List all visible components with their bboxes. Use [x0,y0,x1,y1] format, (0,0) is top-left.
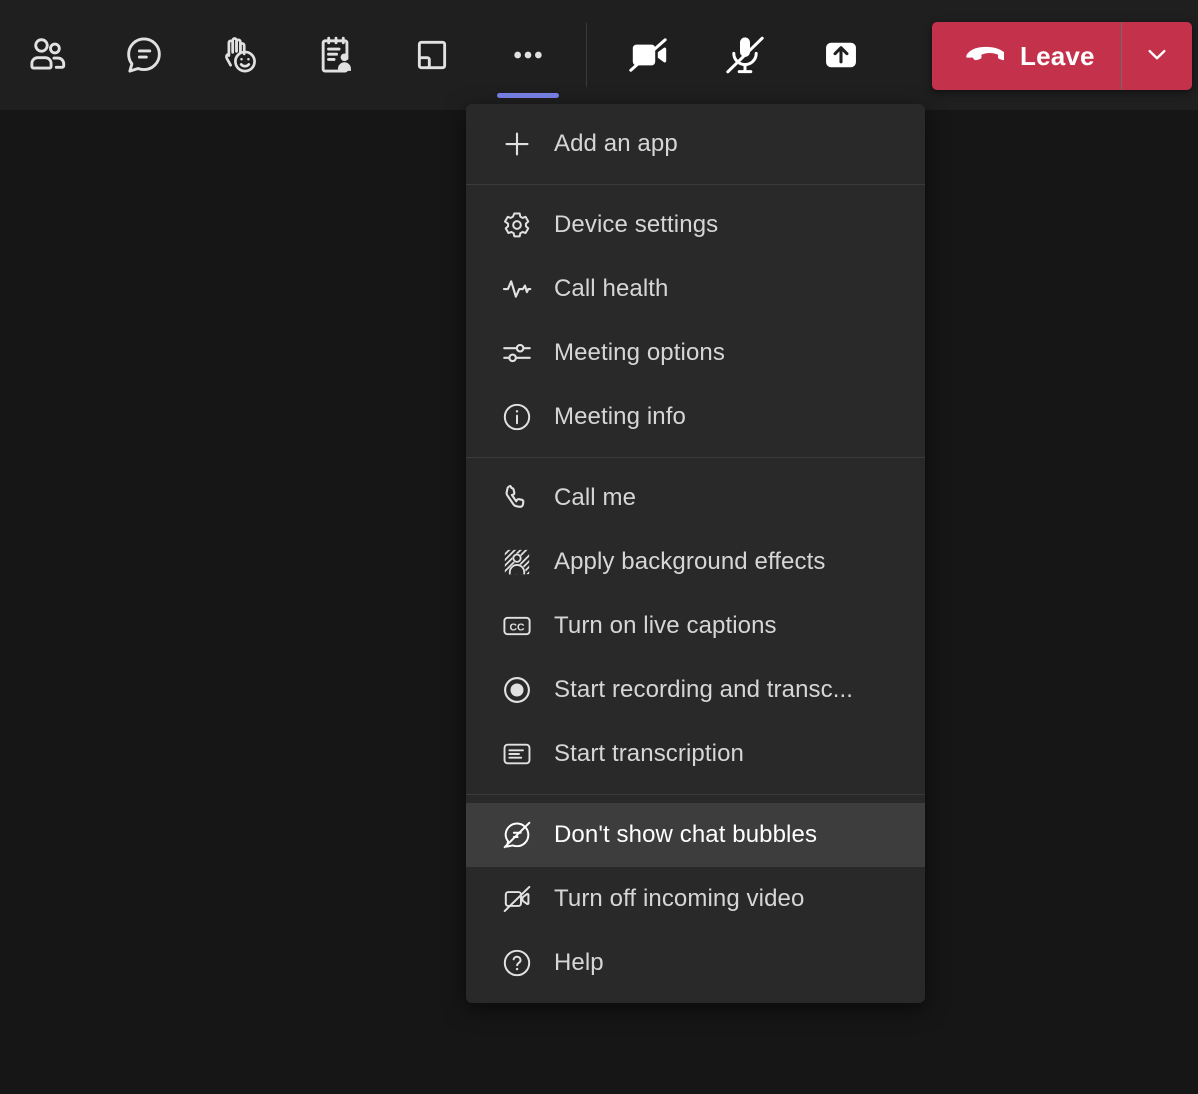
leave-options-button[interactable] [1121,22,1192,90]
menu-section-view: Don't show chat bubbles Turn off incomin… [466,794,925,1003]
more-options-icon [505,32,551,78]
info-icon [500,400,540,434]
notes-button[interactable] [288,0,384,110]
sliders-icon [500,336,540,370]
raise-hand-reactions-icon [217,32,263,78]
menu-section-apps: Add an app [466,104,925,184]
plus-icon [500,127,540,161]
record-icon [500,673,540,707]
menu-item-label: Start recording and transc... [554,676,854,703]
camera-off-icon [625,31,673,79]
menu-item-call-me[interactable]: Call me [466,466,925,530]
chat-button[interactable] [96,0,192,110]
chat-icon [121,32,167,78]
camera-off-icon [500,882,540,916]
people-icon [25,32,71,78]
menu-section-settings: Device settings Call health Meeting opti… [466,184,925,457]
menu-item-label: Call health [554,275,669,302]
menu-item-start-recording[interactable]: Start recording and transc... [466,658,925,722]
reactions-button[interactable] [192,0,288,110]
menu-item-label: Turn off incoming video [554,885,805,912]
participants-button[interactable] [0,0,96,110]
meeting-screen: Leave Add an app Device settings Call he… [0,0,1198,1094]
camera-button[interactable] [601,0,697,110]
menu-item-meeting-options[interactable]: Meeting options [466,321,925,385]
menu-item-help[interactable]: Help [466,931,925,995]
active-tab-indicator [497,93,559,98]
menu-item-label: Help [554,949,604,976]
closed-captions-icon: CC [500,609,540,643]
rooms-button[interactable] [384,0,480,110]
more-options-button[interactable] [480,0,576,110]
menu-item-label: Call me [554,484,637,511]
help-icon [500,946,540,980]
pulse-icon [500,272,540,306]
leave-button[interactable]: Leave [932,22,1121,90]
more-actions-menu: Add an app Device settings Call health M… [466,104,925,1003]
menu-item-turn-off-incoming-video[interactable]: Turn off incoming video [466,867,925,931]
menu-item-call-health[interactable]: Call health [466,257,925,321]
menu-item-label: Meeting info [554,403,686,430]
hang-up-icon [964,34,1007,79]
menu-item-add-an-app[interactable]: Add an app [466,112,925,176]
menu-item-start-transcription[interactable]: Start transcription [466,722,925,786]
notes-icon [313,32,359,78]
menu-item-apply-background-effects[interactable]: Apply background effects [466,530,925,594]
menu-item-turn-on-live-captions[interactable]: CC Turn on live captions [466,594,925,658]
microphone-off-icon [721,31,769,79]
menu-item-label: Device settings [554,211,719,238]
transcription-icon [500,737,540,771]
menu-item-label: Apply background effects [554,548,826,575]
background-effects-icon [500,545,540,579]
menu-item-label: Meeting options [554,339,725,366]
toolbar-divider [586,23,587,87]
menu-item-meeting-info[interactable]: Meeting info [466,385,925,449]
chevron-down-icon [1141,38,1173,75]
microphone-button[interactable] [697,0,793,110]
chat-bubble-off-icon [500,818,540,852]
menu-item-label: Don't show chat bubbles [554,821,818,848]
menu-item-device-settings[interactable]: Device settings [466,193,925,257]
meeting-toolbar: Leave [0,0,1198,110]
menu-item-label: Add an app [554,130,678,157]
phone-icon [500,481,540,515]
menu-section-call-tools: Call me Apply background effects CC Turn… [466,457,925,794]
menu-item-label: Start transcription [554,740,744,767]
share-content-button[interactable] [793,0,889,110]
menu-item-label: Turn on live captions [554,612,777,639]
breakout-rooms-icon [409,32,455,78]
menu-item-dont-show-chat-bubbles[interactable]: Don't show chat bubbles [466,803,925,867]
share-content-icon [818,32,864,78]
toolbar-left-group [0,0,889,110]
leave-button-group: Leave [932,22,1192,90]
gear-icon [500,208,540,242]
leave-button-label: Leave [1020,40,1095,71]
svg-text:CC: CC [509,622,525,633]
